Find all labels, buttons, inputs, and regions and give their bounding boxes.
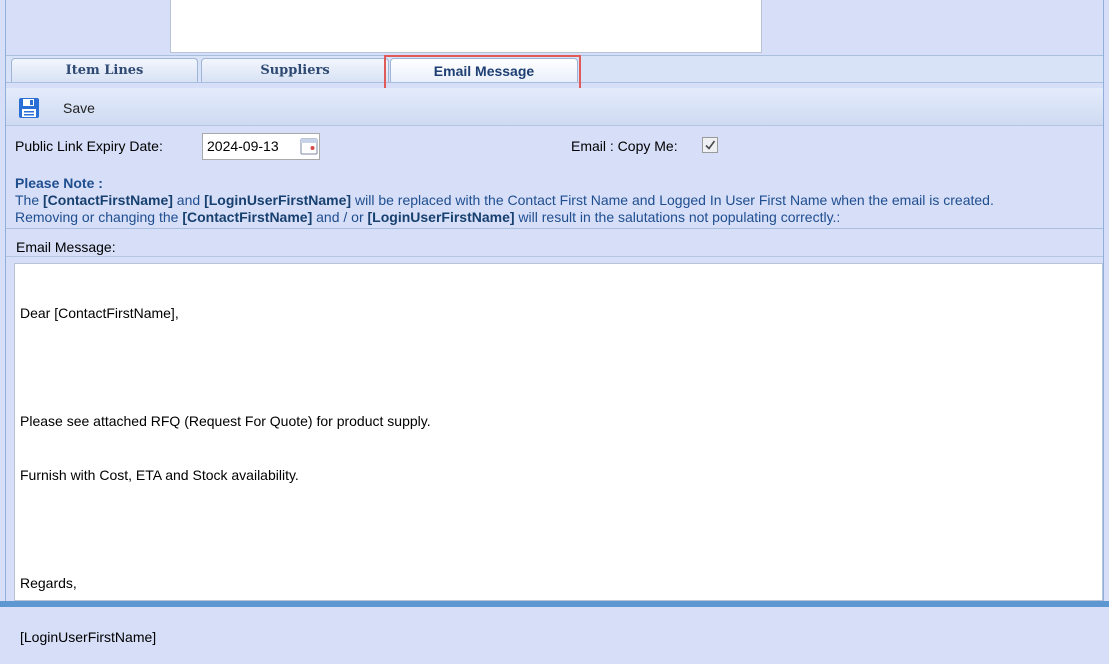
note-line-1: The [ContactFirstName] and [LoginUserFir… [15, 192, 994, 208]
window-bottom-border [0, 601, 1109, 607]
copy-me-label: Email : Copy Me: [571, 138, 678, 154]
email-line: Please see attached RFQ (Request For Quo… [20, 413, 431, 429]
calendar-icon[interactable] [300, 137, 318, 155]
checkmark-icon [705, 140, 716, 150]
tab-strip-divider [6, 82, 1103, 83]
tab-suppliers[interactable]: Suppliers [201, 58, 389, 82]
email-line [20, 520, 1097, 538]
email-line: Dear [ContactFirstName], [20, 305, 179, 321]
floppy-disk-icon[interactable] [18, 97, 40, 119]
email-line: Furnish with Cost, ETA and Stock availab… [20, 467, 299, 483]
email-line: Regards, [20, 575, 77, 591]
upper-text-panel [170, 0, 762, 53]
section-divider [6, 228, 1103, 229]
email-line [20, 358, 1097, 376]
tab-email-message[interactable]: Email Message [390, 58, 578, 82]
note-line-2: Removing or changing the [ContactFirstNa… [15, 209, 841, 225]
please-note-heading: Please Note : [15, 175, 103, 191]
window-right-border [1103, 0, 1109, 607]
email-message-label: Email Message: [16, 239, 116, 255]
email-line: [LoginUserFirstName] [20, 629, 157, 645]
save-button[interactable]: Save [63, 100, 95, 116]
email-label-divider [6, 256, 1103, 257]
tab-item-lines[interactable]: Item Lines [11, 58, 198, 82]
email-message-textarea[interactable]: Dear [ContactFirstName], Please see atta… [14, 263, 1103, 645]
toolbar [6, 88, 1103, 126]
copy-me-checkbox[interactable] [702, 137, 718, 153]
expiry-date-label: Public Link Expiry Date: [15, 138, 163, 154]
